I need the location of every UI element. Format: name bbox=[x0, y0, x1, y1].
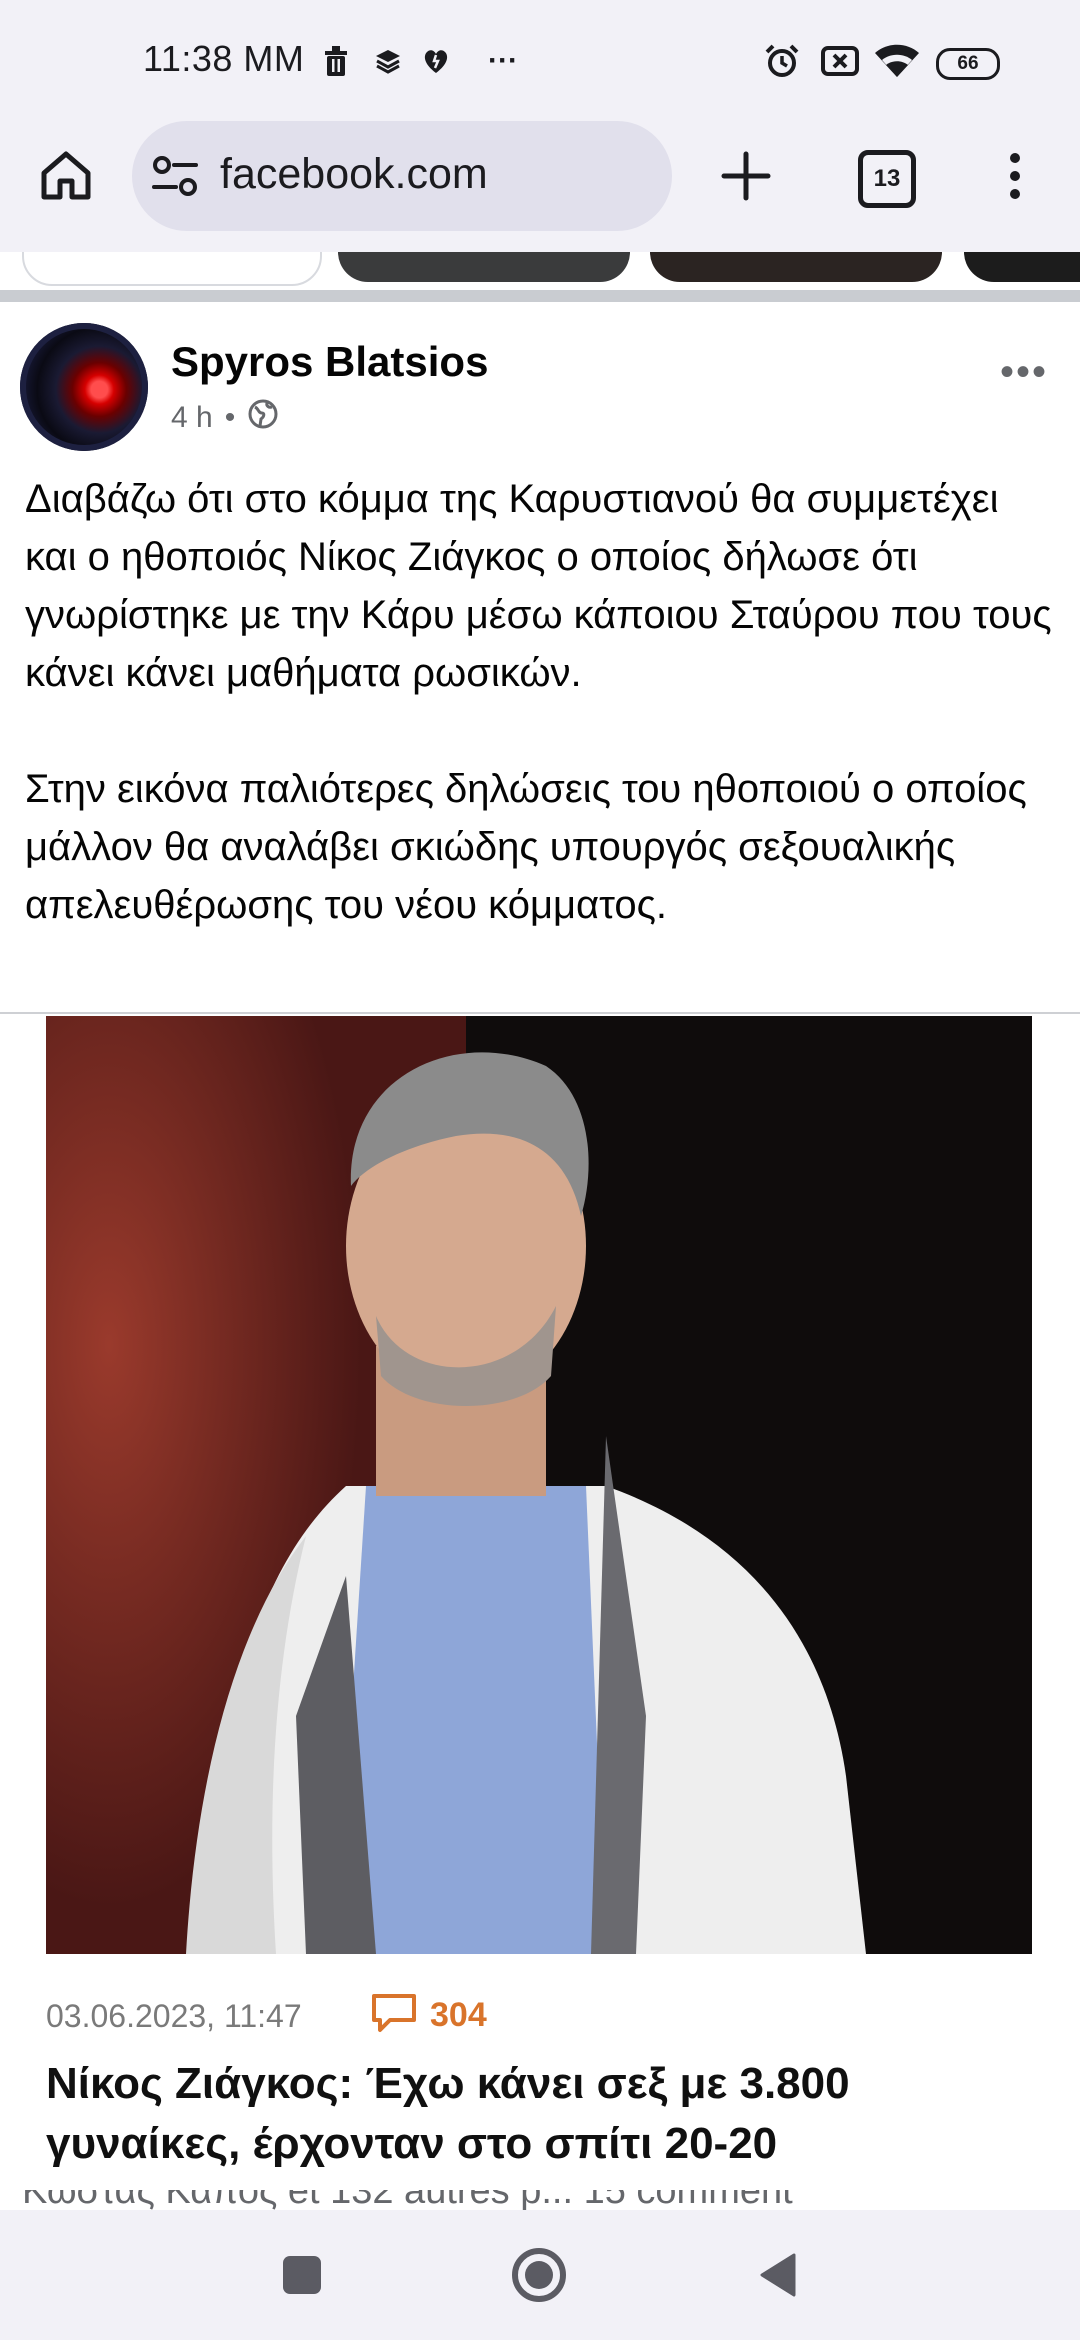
post-options-icon[interactable]: ••• bbox=[1000, 350, 1048, 395]
post-paragraph: Διαβάζω ότι στο κόμμα της Καρυστιανού θα… bbox=[25, 477, 1052, 695]
no-sim-icon bbox=[818, 44, 862, 78]
back-button[interactable] bbox=[758, 2252, 798, 2298]
reactions-text[interactable]: Κώστας Κάπος et 132 autres p... 15 comme… bbox=[22, 2190, 793, 2212]
battery-icon: 66 bbox=[936, 48, 1000, 80]
stories-strip[interactable] bbox=[0, 252, 1080, 286]
reactions-summary[interactable]: Κώστας Κάπος et 132 autres p... 15 comme… bbox=[22, 2190, 1062, 2212]
post-photo[interactable] bbox=[46, 1016, 1032, 1954]
article-date: 03.06.2023, 11:47 bbox=[46, 1998, 302, 2034]
tab-switcher-icon[interactable]: 13 bbox=[858, 150, 916, 208]
meta-separator: • bbox=[224, 401, 236, 434]
story-card[interactable] bbox=[964, 252, 1080, 282]
site-settings-icon[interactable] bbox=[150, 153, 200, 199]
status-time: 11:38 MM bbox=[143, 38, 305, 79]
home-button-dot bbox=[525, 2261, 553, 2289]
trash-icon bbox=[318, 44, 354, 78]
layers-icon bbox=[370, 44, 406, 78]
post-time[interactable]: 4 h bbox=[171, 401, 213, 435]
feed-divider bbox=[0, 290, 1080, 302]
article-comment-count: 304 bbox=[430, 1996, 487, 2034]
more-dots-icon: ··· bbox=[488, 44, 518, 77]
recents-button[interactable] bbox=[283, 2256, 321, 2294]
globe-icon bbox=[247, 398, 279, 438]
new-tab-icon[interactable] bbox=[718, 148, 774, 204]
article-title[interactable]: Νίκος Ζιάγκος: Έχω κάνει σεξ με 3.800 γυ… bbox=[46, 2054, 1026, 2174]
story-card[interactable] bbox=[22, 252, 322, 286]
home-icon[interactable] bbox=[38, 147, 94, 203]
post-author[interactable]: Spyros Blatsios bbox=[171, 338, 488, 386]
story-card[interactable] bbox=[338, 252, 630, 282]
url-text[interactable]: facebook.com bbox=[220, 150, 488, 199]
wifi-icon bbox=[872, 44, 922, 78]
alarm-icon bbox=[762, 44, 802, 78]
heart-shield-icon bbox=[418, 44, 454, 78]
story-card[interactable] bbox=[650, 252, 942, 282]
content-divider bbox=[0, 1012, 1080, 1014]
post-meta: 4 h • bbox=[171, 398, 279, 438]
post-paragraph: Στην εικόνα παλιότερες δηλώσεις του ηθοπ… bbox=[25, 767, 1027, 927]
avatar[interactable] bbox=[20, 323, 148, 451]
comment-icon bbox=[370, 1992, 418, 2034]
post-text: Διαβάζω ότι στο κόμμα της Καρυστιανού θα… bbox=[25, 470, 1060, 934]
overflow-menu-icon[interactable] bbox=[1000, 148, 1030, 204]
